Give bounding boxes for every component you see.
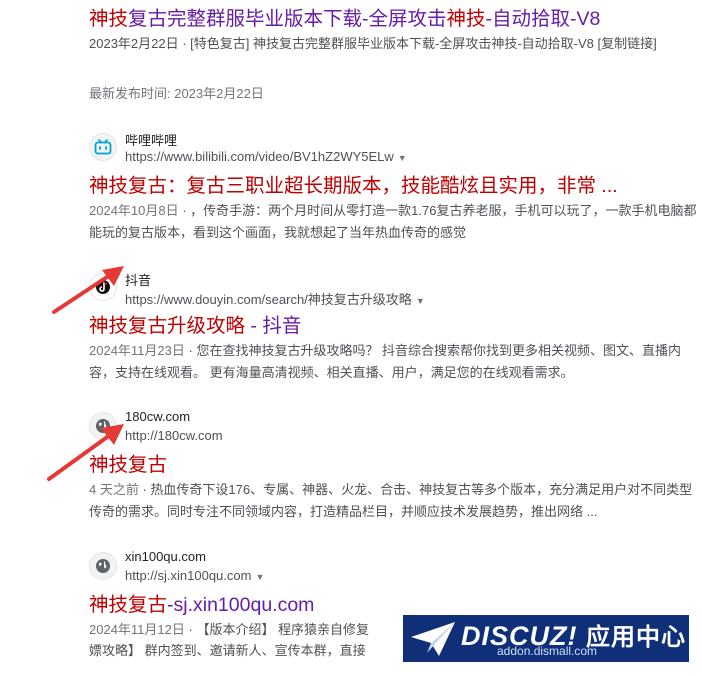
result-title-link[interactable]: 神技复古-sj.xin100qu.com	[89, 593, 314, 617]
site-url[interactable]: http://180cw.com	[125, 428, 223, 443]
site-url-text: https://www.bilibili.com/video/BV1hZ2WY5…	[125, 149, 394, 164]
snippet-date: 2024年11月12日	[89, 622, 185, 637]
latest-publish-time: 最新发布时间: 2023年2月22日	[89, 86, 264, 101]
snippet-date: 2024年10月8日	[89, 203, 179, 218]
title-highlight: 神技复古	[89, 594, 168, 616]
result-snippet: 2023年2月22日 · [特色复古] 神技复古完整群服毕业版本下载-全屏攻击神…	[89, 36, 657, 51]
chevron-down-icon[interactable]: ▼	[416, 296, 425, 306]
brand-cn-text: 应用中心	[586, 624, 687, 651]
chevron-down-icon[interactable]: ▼	[398, 153, 407, 163]
title-highlight: 神技	[89, 8, 129, 30]
snippet-date: 2024年11月23日	[89, 343, 185, 358]
title-highlight: 神技复古升级攻略	[89, 315, 246, 337]
site-url[interactable]: https://www.douyin.com/search/神技复古升级攻略 ▼	[125, 289, 425, 308]
site-url[interactable]: https://www.bilibili.com/video/BV1hZ2WY5…	[125, 149, 407, 164]
discuz-watermark: DISCUZ! 应用中心 addon.dismall.com	[403, 615, 689, 662]
annotation-arrow-icon	[47, 424, 124, 481]
result-snippet: 2024年11月12日 · 【版本介绍】 程序猿亲自修复	[89, 619, 399, 641]
snippet-text: · 【版本介绍】 程序猿亲自修复	[184, 622, 370, 637]
watermark-url: addon.dismall.com	[497, 644, 598, 658]
globe-icon[interactable]	[89, 552, 117, 580]
site-name[interactable]: 哔哩哔哩	[125, 130, 177, 149]
result-snippet: 2024年11月23日 · 您在查找神技复古升级攻略吗？ 抖音综合搜索帮你找到更…	[89, 340, 697, 383]
site-url-text: https://www.douyin.com/search/神技复古升级攻略	[125, 292, 412, 307]
title-text: 复古完整群服毕业版本下载-全屏攻击	[128, 8, 447, 30]
paper-plane-icon	[411, 622, 455, 656]
title-text: -sj.xin100qu.com	[167, 594, 315, 616]
result-title-link[interactable]: 神技复古：复古三职业超长期版本，技能酷炫且实用，非常 ...	[89, 174, 618, 198]
snippet-text: · ，传奇手游：两个月时间从零打造一款1.76复古养老服，手机可以玩了，一款手机…	[89, 203, 697, 240]
result-snippet: 4 天之前 · 热血传奇下设176、专属、神器、火龙、合击、神技复古等多个版本，…	[89, 479, 697, 522]
site-url-text: http://180cw.com	[125, 428, 223, 443]
result-title-link[interactable]: 神技复古完整群服毕业版本下载-全屏攻击神技-自动拾取-V8	[89, 7, 600, 31]
title-highlight: 神技	[446, 8, 486, 30]
result-snippet: 2024年10月8日 · ，传奇手游：两个月时间从零打造一款1.76复古养老服，…	[89, 200, 697, 243]
site-name[interactable]: xin100qu.com	[125, 549, 206, 564]
title-text: -自动拾取-V8	[485, 8, 601, 30]
title-highlight: 神技复古：复古三职业超长期版本，技能酷炫且实用，非常 ...	[89, 175, 618, 197]
site-url-text: http://sj.xin100qu.com	[125, 568, 252, 583]
site-url[interactable]: http://sj.xin100qu.com ▼	[125, 568, 264, 583]
annotation-arrow-icon	[52, 266, 124, 314]
snippet-text: · 热血传奇下设176、专属、神器、火龙、合击、神技复古等多个版本，充分满足用户…	[89, 482, 693, 519]
snippet-date: 4 天之前	[89, 482, 139, 497]
result-snippet-line2: 嫖攻略】 群内签到、邀请新人、宣传本群，直接	[89, 643, 366, 658]
title-text: - 抖音	[245, 315, 302, 337]
site-name[interactable]: 180cw.com	[125, 409, 190, 424]
bilibili-icon[interactable]	[89, 133, 117, 161]
chevron-down-icon[interactable]: ▼	[255, 572, 264, 582]
